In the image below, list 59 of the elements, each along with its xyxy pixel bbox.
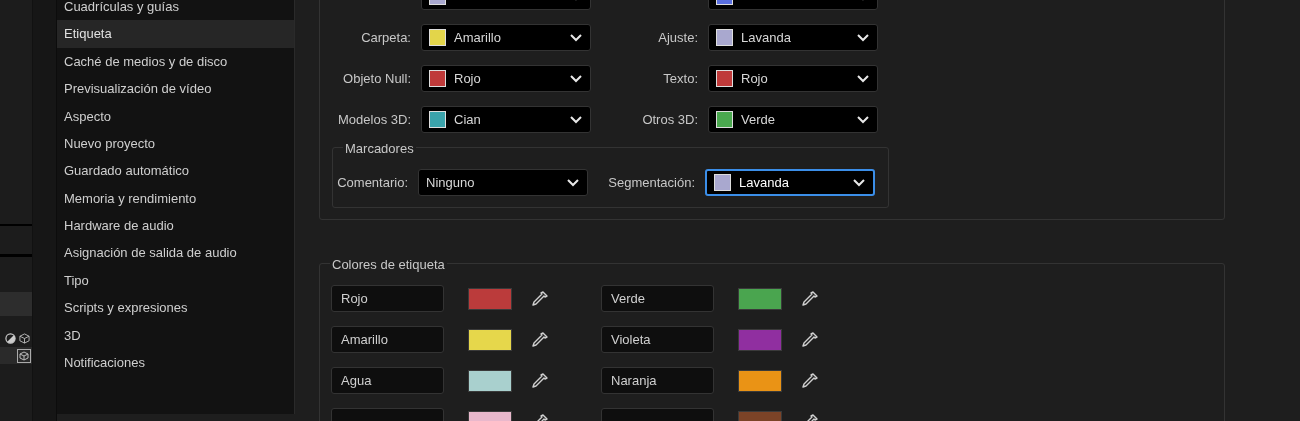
label-name-field[interactable]: Verde	[601, 285, 714, 312]
sidebar-item[interactable]: Tipo	[57, 266, 294, 295]
label-name-field[interactable]: Agua	[331, 367, 444, 394]
color-swatch[interactable]	[468, 287, 512, 310]
label-name-field[interactable]: Amarillo	[331, 326, 444, 353]
chevron-down-icon	[852, 178, 866, 187]
color-dropdown[interactable]: Amarillo	[421, 24, 591, 51]
color-dropdown[interactable]: Cian	[421, 106, 591, 133]
sidebar-item[interactable]: Guardado automático	[57, 157, 294, 185]
eyedropper-icon[interactable]	[531, 289, 549, 308]
sidebar-item[interactable]: Caché de medios y de disco	[57, 47, 294, 76]
contrast-icon[interactable]	[5, 332, 16, 344]
chevron-down-icon	[569, 33, 583, 42]
eyedropper-icon[interactable]	[801, 330, 819, 349]
sidebar-item[interactable]: Cuadrículas y guías	[57, 0, 294, 21]
color-dropdown[interactable]: Lavanda	[708, 24, 878, 51]
sidebar-item[interactable]: Notificaciones	[57, 349, 294, 377]
chevron-down-icon	[569, 115, 583, 124]
cube-icon[interactable]	[19, 332, 30, 344]
chevron-down-icon	[856, 115, 870, 124]
sidebar-item[interactable]: Previsualización de vídeo	[57, 75, 294, 103]
sidebar-item[interactable]: Aspecto	[57, 102, 294, 130]
color-swatch[interactable]	[468, 328, 512, 351]
color-dropdown[interactable]: Lavanda	[705, 169, 875, 196]
eyedropper-icon[interactable]	[531, 371, 549, 390]
field-label: Carpeta:	[360, 28, 411, 47]
sidebar-item[interactable]: Memoria y rendimiento	[57, 184, 294, 213]
field-label: Segmentación:	[607, 173, 695, 192]
label-name-field[interactable]: Violeta	[601, 326, 714, 353]
color-dropdown[interactable]: Verde	[708, 106, 878, 133]
cube-icon[interactable]	[17, 348, 31, 363]
color-swatch[interactable]	[738, 369, 782, 392]
sidebar-item[interactable]: Nuevo proyecto	[57, 129, 294, 158]
chevron-down-icon	[856, 33, 870, 42]
label-name-field[interactable]: Naranja	[601, 367, 714, 394]
eyedropper-icon[interactable]	[801, 289, 819, 308]
sidebar-item[interactable]: Scripts y expresiones	[57, 294, 294, 322]
sidebar-item[interactable]: 3D	[57, 321, 294, 350]
chevron-down-icon	[856, 74, 870, 83]
sidebar-item[interactable]: Etiqueta	[57, 20, 294, 48]
eyedropper-icon[interactable]	[801, 371, 819, 390]
field-label: Texto:	[662, 69, 698, 88]
color-dropdown[interactable]: Rojo	[708, 65, 878, 92]
sidebar-item[interactable]: Hardware de audio	[57, 212, 294, 240]
color-dropdown[interactable]: Ninguno	[418, 169, 588, 196]
field-label: Ajuste:	[657, 28, 698, 47]
eyedropper-icon[interactable]	[531, 330, 549, 349]
chevron-down-icon	[569, 74, 583, 83]
field-label: Modelos 3D:	[337, 110, 411, 129]
field-label: Objeto Null:	[342, 69, 411, 88]
label-name-field[interactable]: Rojo	[331, 285, 444, 312]
field-label: Comentario:	[336, 173, 408, 192]
color-swatch[interactable]	[738, 328, 782, 351]
color-swatch[interactable]	[738, 287, 782, 310]
field-label: Otros 3D:	[641, 110, 698, 129]
sidebar-item[interactable]: Asignación de salida de audio	[57, 239, 294, 267]
chevron-down-icon	[566, 178, 580, 187]
color-swatch[interactable]	[468, 369, 512, 392]
color-dropdown[interactable]: Rojo	[421, 65, 591, 92]
